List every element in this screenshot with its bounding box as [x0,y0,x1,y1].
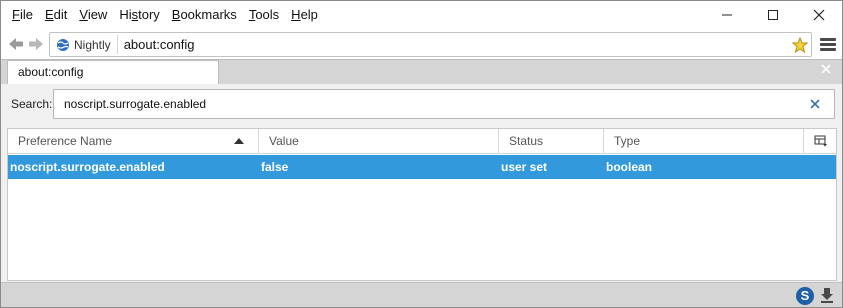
download-icon[interactable] [820,287,836,305]
cell-status: user set [501,160,548,174]
close-window-button[interactable] [796,1,842,29]
column-header-status[interactable]: Status [499,129,604,154]
clear-search-icon[interactable] [808,96,822,112]
menu-tools[interactable]: Tools [243,4,285,26]
search-row: Search: noscript.surrogate.enabled [1,84,842,126]
menu-file[interactable]: File [6,4,39,26]
addon-s-icon[interactable]: S [796,287,814,305]
browser-window: File Edit View History Bookmarks Tools H… [0,0,843,308]
tab-about-config[interactable]: about:config [7,60,219,85]
back-forward-buttons[interactable] [5,32,47,56]
close-tab-icon[interactable] [820,64,832,76]
about-config-page: Search: noscript.surrogate.enabled Prefe… [1,84,842,282]
column-header-preference-name[interactable]: Preference Name [8,129,259,154]
star-icon [792,36,808,53]
maximize-button[interactable] [750,1,796,29]
bookmark-star-button[interactable] [789,34,811,56]
globe-icon [57,38,69,51]
window-controls [704,1,842,29]
cell-preference-name: noscript.surrogate.enabled [10,160,165,174]
menu-bar: File Edit View History Bookmarks Tools H… [1,1,842,29]
identity-box[interactable]: Nightly [52,35,118,54]
sort-ascending-icon [234,138,244,144]
search-label: Search: [11,97,53,111]
menu-history[interactable]: History [113,4,165,26]
menu-edit[interactable]: Edit [39,4,73,26]
url-bar[interactable]: Nightly about:config [49,32,812,57]
menu-help[interactable]: Help [285,4,324,26]
column-header-value[interactable]: Value [259,129,499,154]
preferences-table: Preference Name Value Status Type noscri… [7,128,837,281]
navigation-bar: Nightly about:config [1,29,842,59]
minimize-icon [722,14,732,16]
close-icon [813,9,825,21]
cell-type: boolean [606,160,653,174]
menu-view[interactable]: View [73,4,113,26]
minimize-button[interactable] [704,1,750,29]
table-header: Preference Name Value Status Type [8,129,836,154]
tab-strip: about:config [1,59,842,85]
status-bar: S [1,282,842,307]
column-header-type[interactable]: Type [604,129,804,154]
menu-icon[interactable] [820,38,836,51]
search-value: noscript.surrogate.enabled [64,97,207,111]
identity-label: Nightly [74,37,111,52]
back-forward-icon [9,38,43,50]
search-input[interactable]: noscript.surrogate.enabled [53,89,835,119]
menu-bookmarks[interactable]: Bookmarks [166,4,243,26]
table-row[interactable]: noscript.surrogate.enabled false user se… [8,155,836,179]
column-picker-icon[interactable] [814,135,828,147]
cell-value: false [261,160,289,174]
maximize-icon [768,10,778,20]
url-text[interactable]: about:config [118,37,789,52]
